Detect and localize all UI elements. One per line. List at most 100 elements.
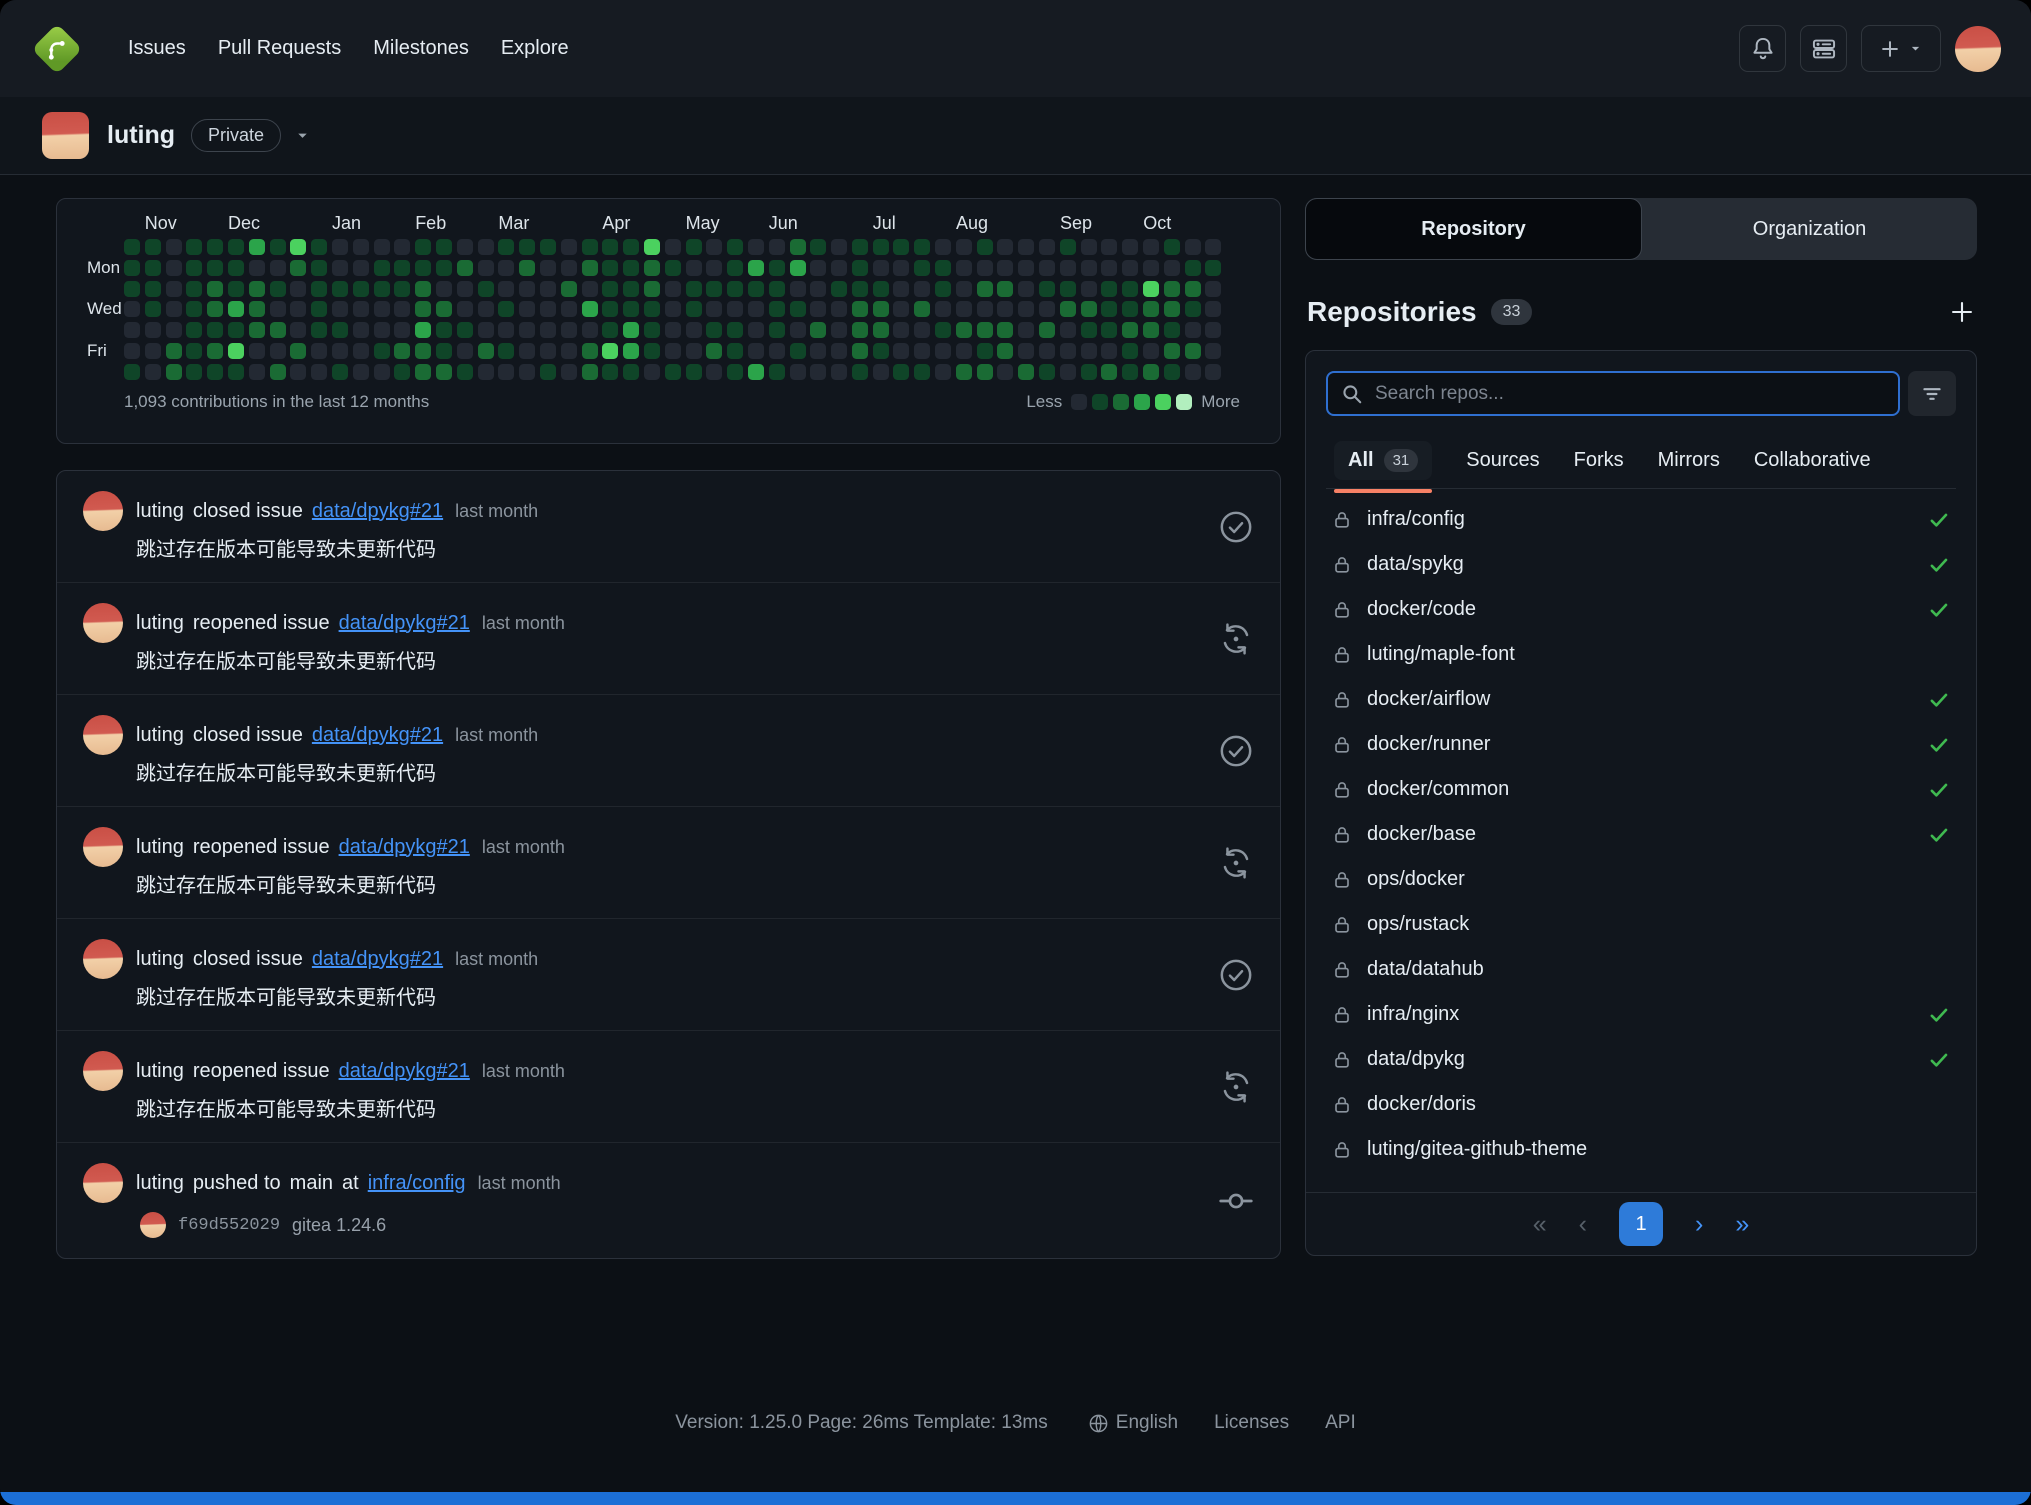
user-avatar[interactable] (83, 603, 123, 643)
user-avatar[interactable] (83, 827, 123, 867)
repo-list-item[interactable]: luting/maple-font (1332, 632, 1950, 677)
repo-name-link: luting/maple-font (1367, 643, 1515, 666)
notifications-button[interactable] (1739, 25, 1786, 72)
repo-name-link: infra/nginx (1367, 1003, 1459, 1026)
repo-list-item[interactable]: docker/common (1332, 767, 1950, 812)
heatmap-cell (790, 281, 806, 297)
feed-username-link[interactable]: luting (136, 500, 184, 523)
scope-tab-repository[interactable]: Repository (1305, 198, 1642, 260)
heatmap-cell (166, 301, 182, 317)
user-avatar[interactable] (83, 715, 123, 755)
footer-link-api[interactable]: API (1325, 1412, 1356, 1434)
feed-target-link[interactable]: data/dpykg#21 (339, 612, 470, 635)
commit-sha-link[interactable]: f69d552029 (178, 1216, 280, 1235)
repo-list-item[interactable]: ops/rustack (1332, 902, 1950, 947)
heatmap-cell (852, 364, 868, 380)
profile-avatar[interactable] (42, 112, 89, 159)
heatmap-cell (665, 364, 681, 380)
feed-target-link[interactable]: infra/config (368, 1172, 466, 1195)
feed-username-link[interactable]: luting (136, 1172, 184, 1195)
repo-filter-mirrors[interactable]: Mirrors (1658, 449, 1720, 472)
commit-row: f69d552029gitea 1.24.6 (140, 1212, 1198, 1238)
heatmap-cell (831, 260, 847, 276)
feed-target-link[interactable]: data/dpykg#21 (312, 500, 443, 523)
heatmap-cell (956, 239, 972, 255)
feed-target-link[interactable]: data/dpykg#21 (312, 948, 443, 971)
lock-icon (1332, 960, 1352, 980)
repo-list-item[interactable]: infra/nginx (1332, 992, 1950, 1037)
repo-list-item[interactable]: docker/base (1332, 812, 1950, 857)
feed-username-link[interactable]: luting (136, 1060, 184, 1083)
feed-target-link[interactable]: data/dpykg#21 (312, 724, 443, 747)
lock-icon (1332, 555, 1352, 575)
pagination-next-button[interactable]: › (1695, 1210, 1703, 1239)
feed-username-link[interactable]: luting (136, 724, 184, 747)
nav-link-pull-requests[interactable]: Pull Requests (204, 27, 355, 70)
repository-list: infra/configdata/spykgdocker/code luting/… (1306, 497, 1976, 1192)
heatmap-cell (124, 343, 140, 359)
feed-target-link[interactable]: data/dpykg#21 (339, 836, 470, 859)
heatmap-cell (1081, 301, 1097, 317)
user-menu-avatar[interactable] (1955, 26, 2001, 72)
heatmap-cell (394, 281, 410, 297)
user-avatar[interactable] (83, 939, 123, 979)
scope-tab-organization[interactable]: Organization (1642, 198, 1977, 260)
repo-list-item[interactable]: luting/gitea-github-theme (1332, 1127, 1950, 1172)
user-avatar[interactable] (83, 1051, 123, 1091)
footer-link-licenses[interactable]: Licenses (1214, 1412, 1289, 1434)
repo-list-item[interactable]: docker/airflow (1332, 677, 1950, 722)
repo-filter-sources[interactable]: Sources (1466, 449, 1539, 472)
nav-link-issues[interactable]: Issues (114, 27, 200, 70)
check-icon (1928, 1049, 1950, 1071)
repo-name-link: data/dpykg (1367, 1048, 1465, 1071)
heatmap-cell (748, 301, 764, 317)
feed-username-link[interactable]: luting (136, 948, 184, 971)
repo-list-item[interactable]: docker/runner (1332, 722, 1950, 767)
caret-down-icon (1909, 42, 1922, 55)
repo-list-item[interactable]: infra/config (1332, 497, 1950, 542)
add-repository-button[interactable] (1949, 299, 1975, 325)
repo-list-item[interactable]: data/datahub (1332, 947, 1950, 992)
gitea-logo[interactable] (30, 22, 84, 76)
heatmap-cell (353, 281, 369, 297)
pagination-last-button[interactable]: » (1735, 1210, 1749, 1239)
heatmap-cell (186, 322, 202, 338)
nav-link-milestones[interactable]: Milestones (359, 27, 483, 70)
repo-filter-collaborative[interactable]: Collaborative (1754, 449, 1871, 472)
profile-dropdown-toggle[interactable] (295, 128, 310, 143)
heatmap-cell (1039, 281, 1055, 297)
repo-filter-button[interactable] (1908, 371, 1956, 416)
heatmap-cell (810, 322, 826, 338)
repo-list-item[interactable]: data/spykg (1332, 542, 1950, 587)
heatmap-cell (540, 343, 556, 359)
admin-panel-button[interactable] (1800, 25, 1847, 72)
feed-item: lutingclosed issuedata/dpykg#21last mont… (57, 695, 1280, 807)
feed-action-text: reopened issue (193, 1060, 330, 1083)
heatmap-cell (706, 239, 722, 255)
search-repos-input[interactable] (1373, 382, 1885, 406)
repo-list-item[interactable]: docker/doris (1332, 1082, 1950, 1127)
repo-list-item[interactable]: docker/code (1332, 587, 1950, 632)
heatmap-cell (1081, 281, 1097, 297)
repo-list-item[interactable]: ops/docker (1332, 857, 1950, 902)
pagination-current-page[interactable]: 1 (1619, 1202, 1663, 1246)
feed-username-link[interactable]: luting (136, 612, 184, 635)
feed-username-link[interactable]: luting (136, 836, 184, 859)
repo-filter-forks[interactable]: Forks (1574, 449, 1624, 472)
heatmap-cell (1101, 322, 1117, 338)
nav-link-explore[interactable]: Explore (487, 27, 583, 70)
create-new-button[interactable] (1861, 25, 1941, 72)
heatmap-cell (644, 239, 660, 255)
heatmap-cell (748, 343, 764, 359)
feed-target-link[interactable]: data/dpykg#21 (339, 1060, 470, 1083)
heatmap-cell (1185, 281, 1201, 297)
heatmap-cell (935, 239, 951, 255)
user-avatar[interactable] (83, 1163, 123, 1203)
feed-item: lutingclosed issuedata/dpykg#21last mont… (57, 919, 1280, 1031)
user-avatar[interactable] (83, 491, 123, 531)
feed-item-lines: lutingclosed issuedata/dpykg#21last mont… (136, 939, 1198, 1010)
repo-list-item[interactable]: data/dpykg (1332, 1037, 1950, 1082)
footer-link-english[interactable]: English (1088, 1412, 1178, 1434)
repo-filter-all[interactable]: All31 (1334, 441, 1432, 480)
repositories-count-badge: 33 (1491, 299, 1533, 325)
